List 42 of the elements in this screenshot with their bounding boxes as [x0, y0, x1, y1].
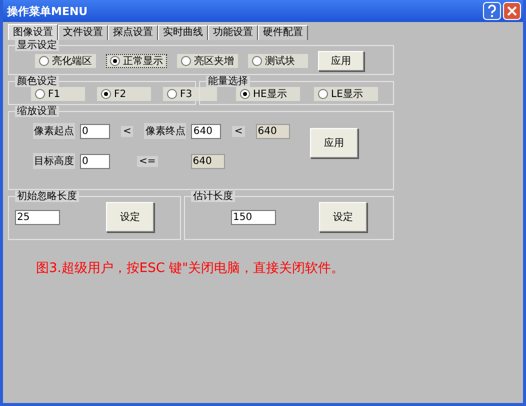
readonly-field: 640 [190, 154, 225, 168]
input-field[interactable]: 150 [231, 210, 276, 224]
close-icon[interactable] [503, 2, 521, 20]
group-title: 能量选择 [206, 76, 250, 87]
help-icon[interactable] [483, 2, 501, 20]
group-title: 缩放设置 [15, 106, 59, 117]
input-field[interactable]: 0 [80, 124, 110, 138]
set-button[interactable]: 设定 [106, 202, 154, 232]
radio-option[interactable]: 正常显示 [106, 54, 167, 68]
tab[interactable]: 探点设置 [108, 25, 158, 40]
radio-option[interactable]: LE显示 [314, 87, 378, 101]
radio-option[interactable]: 亮区夹增 [177, 54, 238, 68]
tab[interactable]: 功能设置 [208, 25, 258, 40]
field-label: 像素起点 [33, 123, 75, 139]
apply-button[interactable]: 应用 [310, 128, 358, 158]
group-title: 显示设定 [15, 40, 59, 51]
operator-label: < [121, 126, 134, 136]
input-field[interactable]: 640 [191, 124, 222, 138]
tab[interactable]: 图像设置 [8, 24, 58, 40]
radio-option[interactable]: 亮化端区 [35, 54, 96, 68]
tab[interactable]: 硬件配置 [258, 25, 308, 40]
tab[interactable]: 实时曲线 [158, 25, 208, 40]
input-field[interactable]: 0 [80, 154, 110, 168]
input-field[interactable]: 25 [15, 210, 60, 224]
group-title: 颜色设定 [15, 76, 59, 87]
radio-option[interactable]: HE显示 [236, 87, 300, 101]
group-title: 估计长度 [191, 191, 235, 202]
annotation-text: 图3.超级用户，按ESC 键"关闭电脑，直接关闭软件。 [36, 260, 346, 277]
tab[interactable]: 文件设置 [58, 25, 108, 40]
apply-button[interactable]: 应用 [318, 51, 364, 71]
set-button[interactable]: 设定 [319, 202, 367, 232]
radio-option[interactable]: F2 [97, 87, 151, 101]
group-title: 初始忽略长度 [15, 191, 79, 202]
operator-label: < [232, 126, 245, 136]
radio-option[interactable]: F3 [163, 87, 217, 101]
field-label: 目标高度 [33, 153, 75, 169]
readonly-field: 640 [256, 124, 290, 138]
radio-option[interactable]: 测试块 [248, 54, 308, 68]
radio-option[interactable]: F1 [31, 87, 85, 101]
window-title: 操作菜单MENU [7, 4, 88, 18]
operator-label: <= [137, 156, 158, 166]
field-label: 像素终点 [144, 123, 186, 139]
